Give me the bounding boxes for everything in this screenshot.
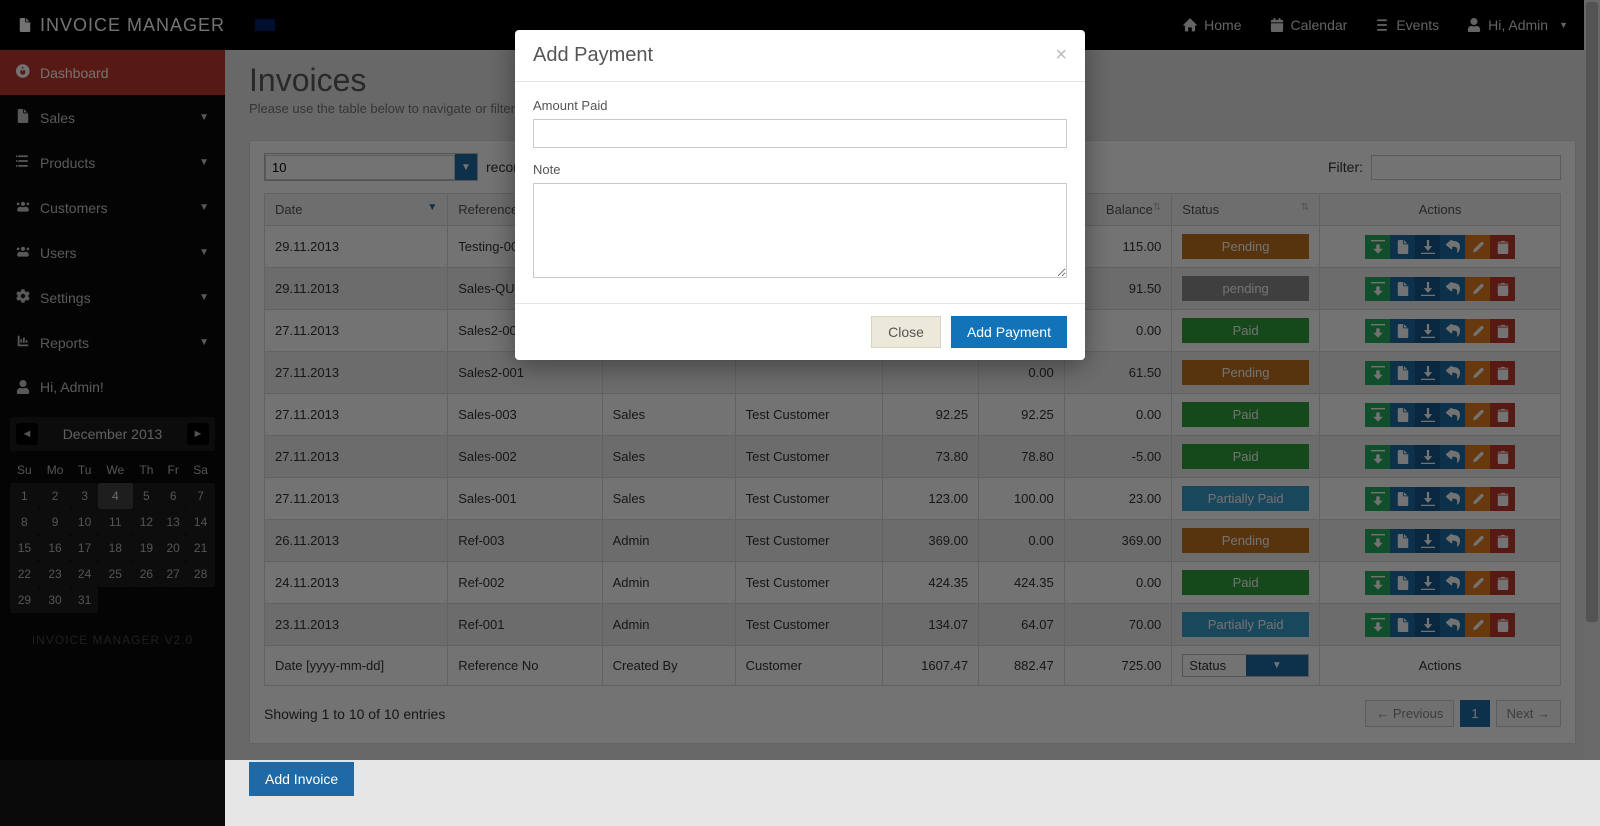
note-label: Note [533, 162, 1067, 177]
close-icon[interactable]: × [1055, 44, 1067, 67]
modal-close-button[interactable]: Close [871, 316, 941, 348]
amount-paid-label: Amount Paid [533, 98, 1067, 113]
add-payment-modal: Add Payment × Amount Paid Note Close Add… [515, 30, 1085, 360]
note-textarea[interactable] [533, 183, 1067, 278]
amount-paid-input[interactable] [533, 119, 1067, 148]
add-invoice-button[interactable]: Add Invoice [249, 762, 354, 796]
modal-submit-button[interactable]: Add Payment [951, 316, 1067, 348]
modal-overlay[interactable]: Add Payment × Amount Paid Note Close Add… [0, 0, 1600, 760]
modal-title: Add Payment [533, 44, 653, 67]
